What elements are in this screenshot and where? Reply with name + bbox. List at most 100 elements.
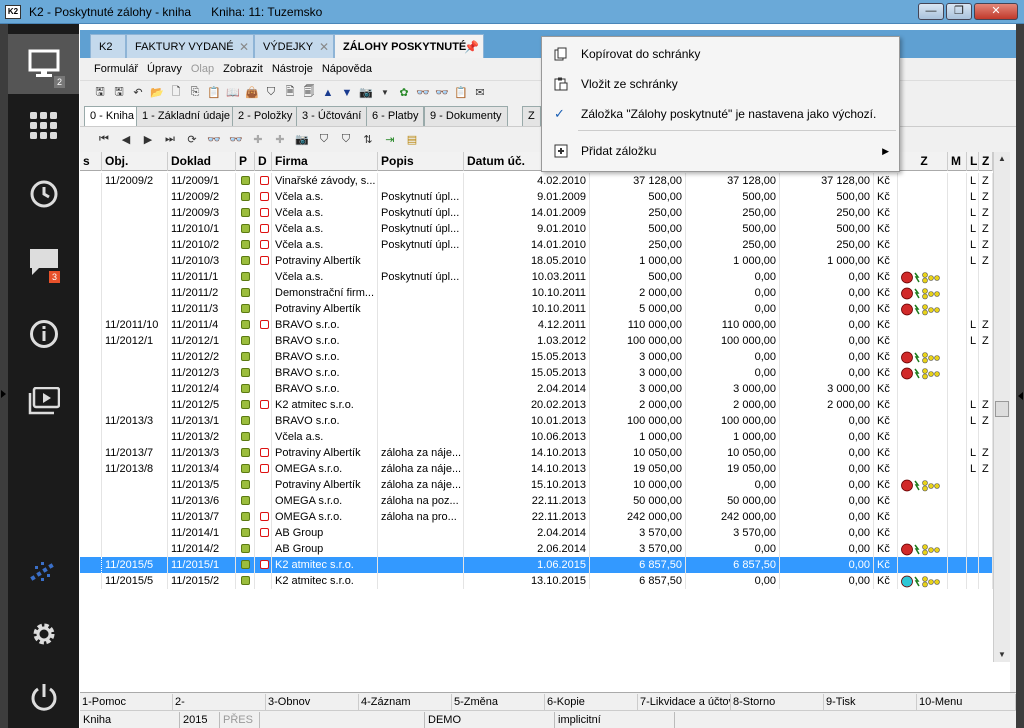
sidebar-item-logo[interactable] — [8, 546, 79, 596]
menu-item-copy[interactable]: Kopírovat do schránky — [542, 40, 899, 68]
stack-icon[interactable]: 🗐 — [301, 85, 317, 101]
menu-item-paste[interactable]: Vložit ze schránky — [542, 70, 899, 98]
menu-item-add-tab[interactable]: Přidat záložku ▶ — [542, 137, 899, 165]
table-row[interactable]: 11/2014/2 AB Group 2.06.2014 3 570,00 0,00 0,… — [80, 541, 993, 557]
open-folder-icon[interactable]: 📂 — [149, 85, 165, 101]
table-row[interactable]: 11/2013/7 11/2013/3 Potraviny Albertík zálo… — [80, 445, 993, 461]
table-row[interactable]: 11/2009/2 11/2009/1 Vinařské závody, s... 4… — [80, 173, 993, 189]
sidebar-item-apps[interactable] — [8, 101, 79, 151]
sidebar-item-history[interactable] — [8, 169, 79, 219]
col-p[interactable]: P — [236, 152, 255, 171]
fkey-6[interactable]: 6-Kopie — [545, 694, 638, 710]
fkey-4[interactable]: 4-Záznam — [359, 694, 452, 710]
document-filter-icon[interactable]: 🗎 — [282, 85, 298, 101]
filter-icon[interactable]: ⛉ — [263, 85, 279, 101]
binoculars-icon[interactable]: 👓 — [415, 85, 431, 101]
subtab-polozky[interactable]: 2 - Položky — [232, 106, 299, 126]
subtab-uctovani[interactable]: 3 - Účtování — [296, 106, 368, 126]
table-row[interactable]: 11/2012/1 11/2012/1 BRAVO s.r.o. 1.03.2012 1… — [80, 333, 993, 349]
sidebar-item-messages[interactable]: 3 — [8, 237, 79, 287]
fkey-1[interactable]: 1-Pomoc — [80, 694, 173, 710]
table-row[interactable]: 11/2013/5 Potraviny Albertík záloha za náj… — [80, 477, 993, 493]
fkey-7[interactable]: 7-Likvidace a účtov — [638, 694, 731, 710]
undo-icon[interactable]: ↶ — [130, 85, 146, 101]
pin-icon[interactable]: 📌 — [464, 40, 479, 54]
table-row[interactable]: 11/2013/2 Včela a.s. 10.06.2013 1 000,00 1 0… — [80, 429, 993, 445]
camera-icon[interactable]: 📷 — [294, 132, 310, 148]
table-row[interactable]: 11/2011/10 11/2011/4 BRAVO s.r.o. 4.12.2011… — [80, 317, 993, 333]
vertical-scrollbar[interactable]: ▲ ▼ — [993, 152, 1010, 662]
fkey-3[interactable]: 3-Obnov — [266, 694, 359, 710]
sidebar-item-media[interactable] — [8, 376, 79, 426]
tab-vydejky[interactable]: VÝDEJKY ✕ — [254, 34, 334, 58]
expand-right-icon[interactable] — [1018, 392, 1023, 400]
find-icon[interactable]: 👓 — [206, 132, 222, 148]
col-z2[interactable]: Z — [979, 152, 993, 171]
table-row[interactable]: 11/2014/1 AB Group 2.04.2014 3 570,00 3 570,… — [80, 525, 993, 541]
sidebar-item-info[interactable] — [8, 309, 79, 359]
table-row[interactable]: 11/2013/3 11/2013/1 BRAVO s.r.o. 10.01.2013… — [80, 413, 993, 429]
col-doklad[interactable]: Doklad — [168, 152, 236, 171]
menu-formular[interactable]: Formulář — [94, 63, 138, 75]
scroll-down-icon[interactable]: ▼ — [995, 648, 1009, 662]
subtab-z[interactable]: Z — [522, 106, 541, 126]
fkey-2[interactable]: 2- — [173, 694, 266, 710]
binoculars-alt-icon[interactable]: 👓 — [434, 85, 450, 101]
table-row[interactable]: 11/2012/2 BRAVO s.r.o. 15.05.2013 3 000,00 0… — [80, 349, 993, 365]
fkey-10[interactable]: 10-Menu — [917, 694, 1016, 710]
table-row[interactable]: 11/2013/7 OMEGA s.r.o. záloha na pro... 22.… — [80, 509, 993, 525]
menu-upravy[interactable]: Úpravy — [147, 63, 182, 75]
menu-nastroje[interactable]: Nástroje — [272, 63, 313, 75]
table-row[interactable]: 11/2013/6 OMEGA s.r.o. záloha na poz... 22.… — [80, 493, 993, 509]
table-row[interactable]: 11/2012/3 BRAVO s.r.o. 15.05.2013 3 000,00 0… — [80, 365, 993, 381]
col-popis[interactable]: Popis — [378, 152, 464, 171]
dropdown-icon[interactable]: ▼ — [377, 85, 393, 101]
sort-icon[interactable]: ⇅ — [360, 132, 376, 148]
table-row[interactable]: 11/2010/3 Potraviny Albertík 18.05.2010 1 0… — [80, 253, 993, 269]
maximize-button[interactable]: ❐ — [946, 3, 972, 20]
camera-icon[interactable]: 📷 — [358, 85, 374, 101]
refresh-icon[interactable]: ⟳ — [184, 132, 200, 148]
table-row[interactable]: 11/2010/1 Včela a.s. Poskytnutí úpl... 9.01… — [80, 221, 993, 237]
table-row[interactable]: 11/2011/3 Potraviny Albertík 10.10.2011 5 0… — [80, 301, 993, 317]
first-record-icon[interactable]: ⏮ — [96, 132, 112, 148]
subtab-dokumenty[interactable]: 9 - Dokumenty — [424, 106, 508, 126]
table-row[interactable]: 11/2012/4 BRAVO s.r.o. 2.04.2014 3 000,00 3 … — [80, 381, 993, 397]
table-row[interactable]: 11/2009/2 Včela a.s. Poskytnutí úpl... 9.01… — [80, 189, 993, 205]
close-button[interactable]: ✕ — [974, 3, 1018, 20]
expand-left-icon[interactable] — [1, 390, 6, 398]
arrow-up-icon[interactable]: ▲ — [320, 85, 336, 101]
remove-icon[interactable]: ✚ — [272, 132, 288, 148]
table-row[interactable]: 11/2015/5 11/2015/2 K2 atmitec s.r.o. 13.10… — [80, 573, 993, 589]
col-obj[interactable]: Obj. — [102, 152, 168, 171]
subtab-platby[interactable]: 6 - Platby — [366, 106, 425, 126]
mail-icon[interactable]: ✉ — [472, 85, 488, 101]
tab-zalohy-poskytnute[interactable]: ZÁLOHY POSKYTNUTÉ 📌 — [334, 34, 484, 58]
clipboard-icon[interactable]: 📋 — [453, 85, 469, 101]
fkey-5[interactable]: 5-Změna — [452, 694, 545, 710]
col-l[interactable]: L — [967, 152, 979, 171]
tab-faktury-vydane[interactable]: FAKTURY VYDANÉ ✕ — [126, 34, 254, 58]
add-icon[interactable]: ✚ — [250, 132, 266, 148]
sidebar-item-settings[interactable] — [8, 609, 79, 659]
copy-icon[interactable]: ⎘ — [187, 85, 203, 101]
subtab-kniha[interactable]: 0 - Kniha — [84, 106, 141, 126]
minimize-button[interactable]: — — [918, 3, 944, 20]
paste-icon[interactable]: 📋 — [206, 85, 222, 101]
fkey-9[interactable]: 9-Tisk — [824, 694, 917, 710]
save-icon[interactable]: 🖫 — [92, 85, 108, 101]
col-d[interactable]: D — [255, 152, 272, 171]
tab-k2[interactable]: K2 — [90, 34, 126, 58]
table-row[interactable]: 11/2011/1 Včela a.s. Poskytnutí úpl... 10.0… — [80, 269, 993, 285]
prev-record-icon[interactable]: ◀ — [118, 132, 134, 148]
col-m[interactable]: M — [948, 152, 967, 171]
find-next-icon[interactable]: 👓 — [228, 132, 244, 148]
filter-settings-icon[interactable]: ⛉ — [338, 132, 354, 148]
filter-icon[interactable]: ⛉ — [316, 132, 332, 148]
next-record-icon[interactable]: ▶ — [140, 132, 156, 148]
menu-napoveda[interactable]: Nápověda — [322, 63, 372, 75]
sidebar-item-power[interactable] — [8, 672, 79, 722]
close-tab-icon[interactable]: ✕ — [319, 40, 329, 54]
book-icon[interactable]: 📖 — [225, 85, 241, 101]
col-firma[interactable]: Firma — [272, 152, 378, 171]
